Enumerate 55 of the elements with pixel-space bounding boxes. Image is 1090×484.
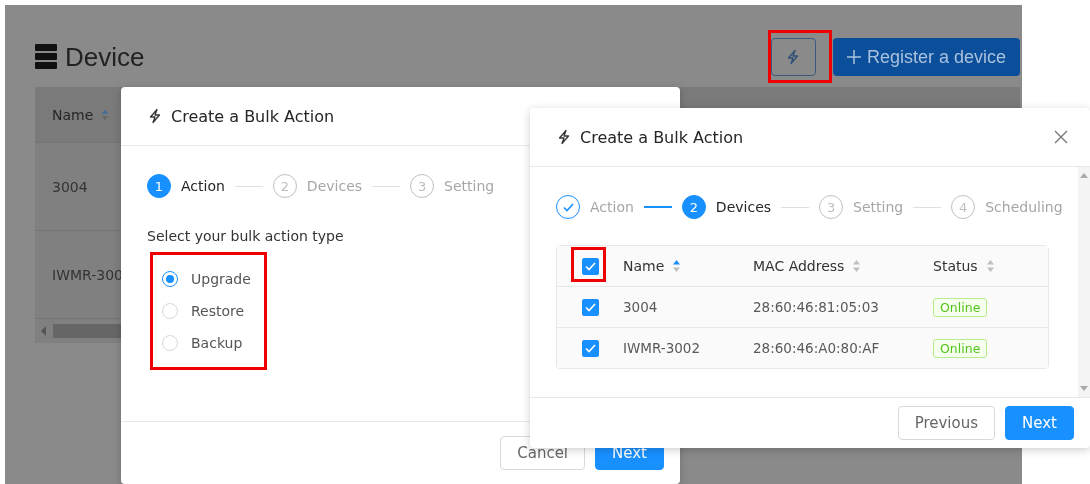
scroll-down-icon[interactable] [1080,386,1088,391]
step-label: Devices [715,199,772,215]
step-label: Setting [444,178,495,194]
column-header: Status [933,258,978,274]
sort-icon[interactable] [672,259,682,273]
status-tag: Online [933,297,988,317]
step-label: Action [590,199,634,215]
column-header: Name [52,106,94,123]
bulk-action-button[interactable] [770,38,816,76]
scroll-up-icon[interactable] [1080,173,1088,178]
step-label: Setting [853,199,904,215]
sort-icon[interactable] [985,259,995,273]
plus-icon [846,50,861,64]
highlight-frame [768,30,832,83]
row-checkbox[interactable] [581,339,599,357]
scrollbar-thumb[interactable] [53,324,123,338]
check-icon [584,343,596,353]
step-number: 2 [272,174,297,198]
step-label: Scheduling [985,199,1063,215]
lightning-icon [147,108,163,124]
dialog-title: Create a Bulk Action [171,106,336,126]
table-cell: 3004 [52,178,88,195]
table-cell: 28:60:46:A0:80:AF [753,340,880,356]
step-label: Devices [306,178,363,194]
table-cell: 3004 [623,299,658,315]
step-label: Action [181,178,225,194]
step-number: 1 [147,174,171,198]
page-title: Device [65,41,146,73]
prompt-text: Select your bulk action type [147,228,345,244]
server-icon [35,44,57,70]
row-checkbox[interactable] [581,298,599,316]
table-cell: IWMR-300 [52,266,123,283]
sort-icon[interactable] [101,108,110,121]
select-all-checkbox[interactable] [581,257,599,275]
highlight-frame [571,247,606,282]
previous-button[interactable]: Previous [897,406,996,440]
table-cell: IWMR-3002 [623,340,701,356]
dialog-title: Create a Bulk Action [580,127,745,147]
table-cell: 28:60:46:81:05:03 [753,299,879,315]
step-number: 3 [410,174,435,198]
scroll-left-icon[interactable] [41,326,47,336]
sort-icon[interactable] [852,259,862,273]
check-icon [562,202,574,212]
step-number: 3 [819,195,844,219]
next-button[interactable]: Next [1005,406,1074,440]
lightning-icon [556,129,572,145]
check-icon [584,261,596,271]
step-number: 2 [681,195,706,219]
close-button[interactable] [1054,130,1068,144]
scrollbar[interactable] [1078,167,1090,397]
step-number: 4 [951,195,976,219]
status-tag: Online [933,338,988,358]
column-header: MAC Address [753,258,845,274]
register-button[interactable]: Register a device [832,38,1020,76]
check-icon [584,302,596,312]
